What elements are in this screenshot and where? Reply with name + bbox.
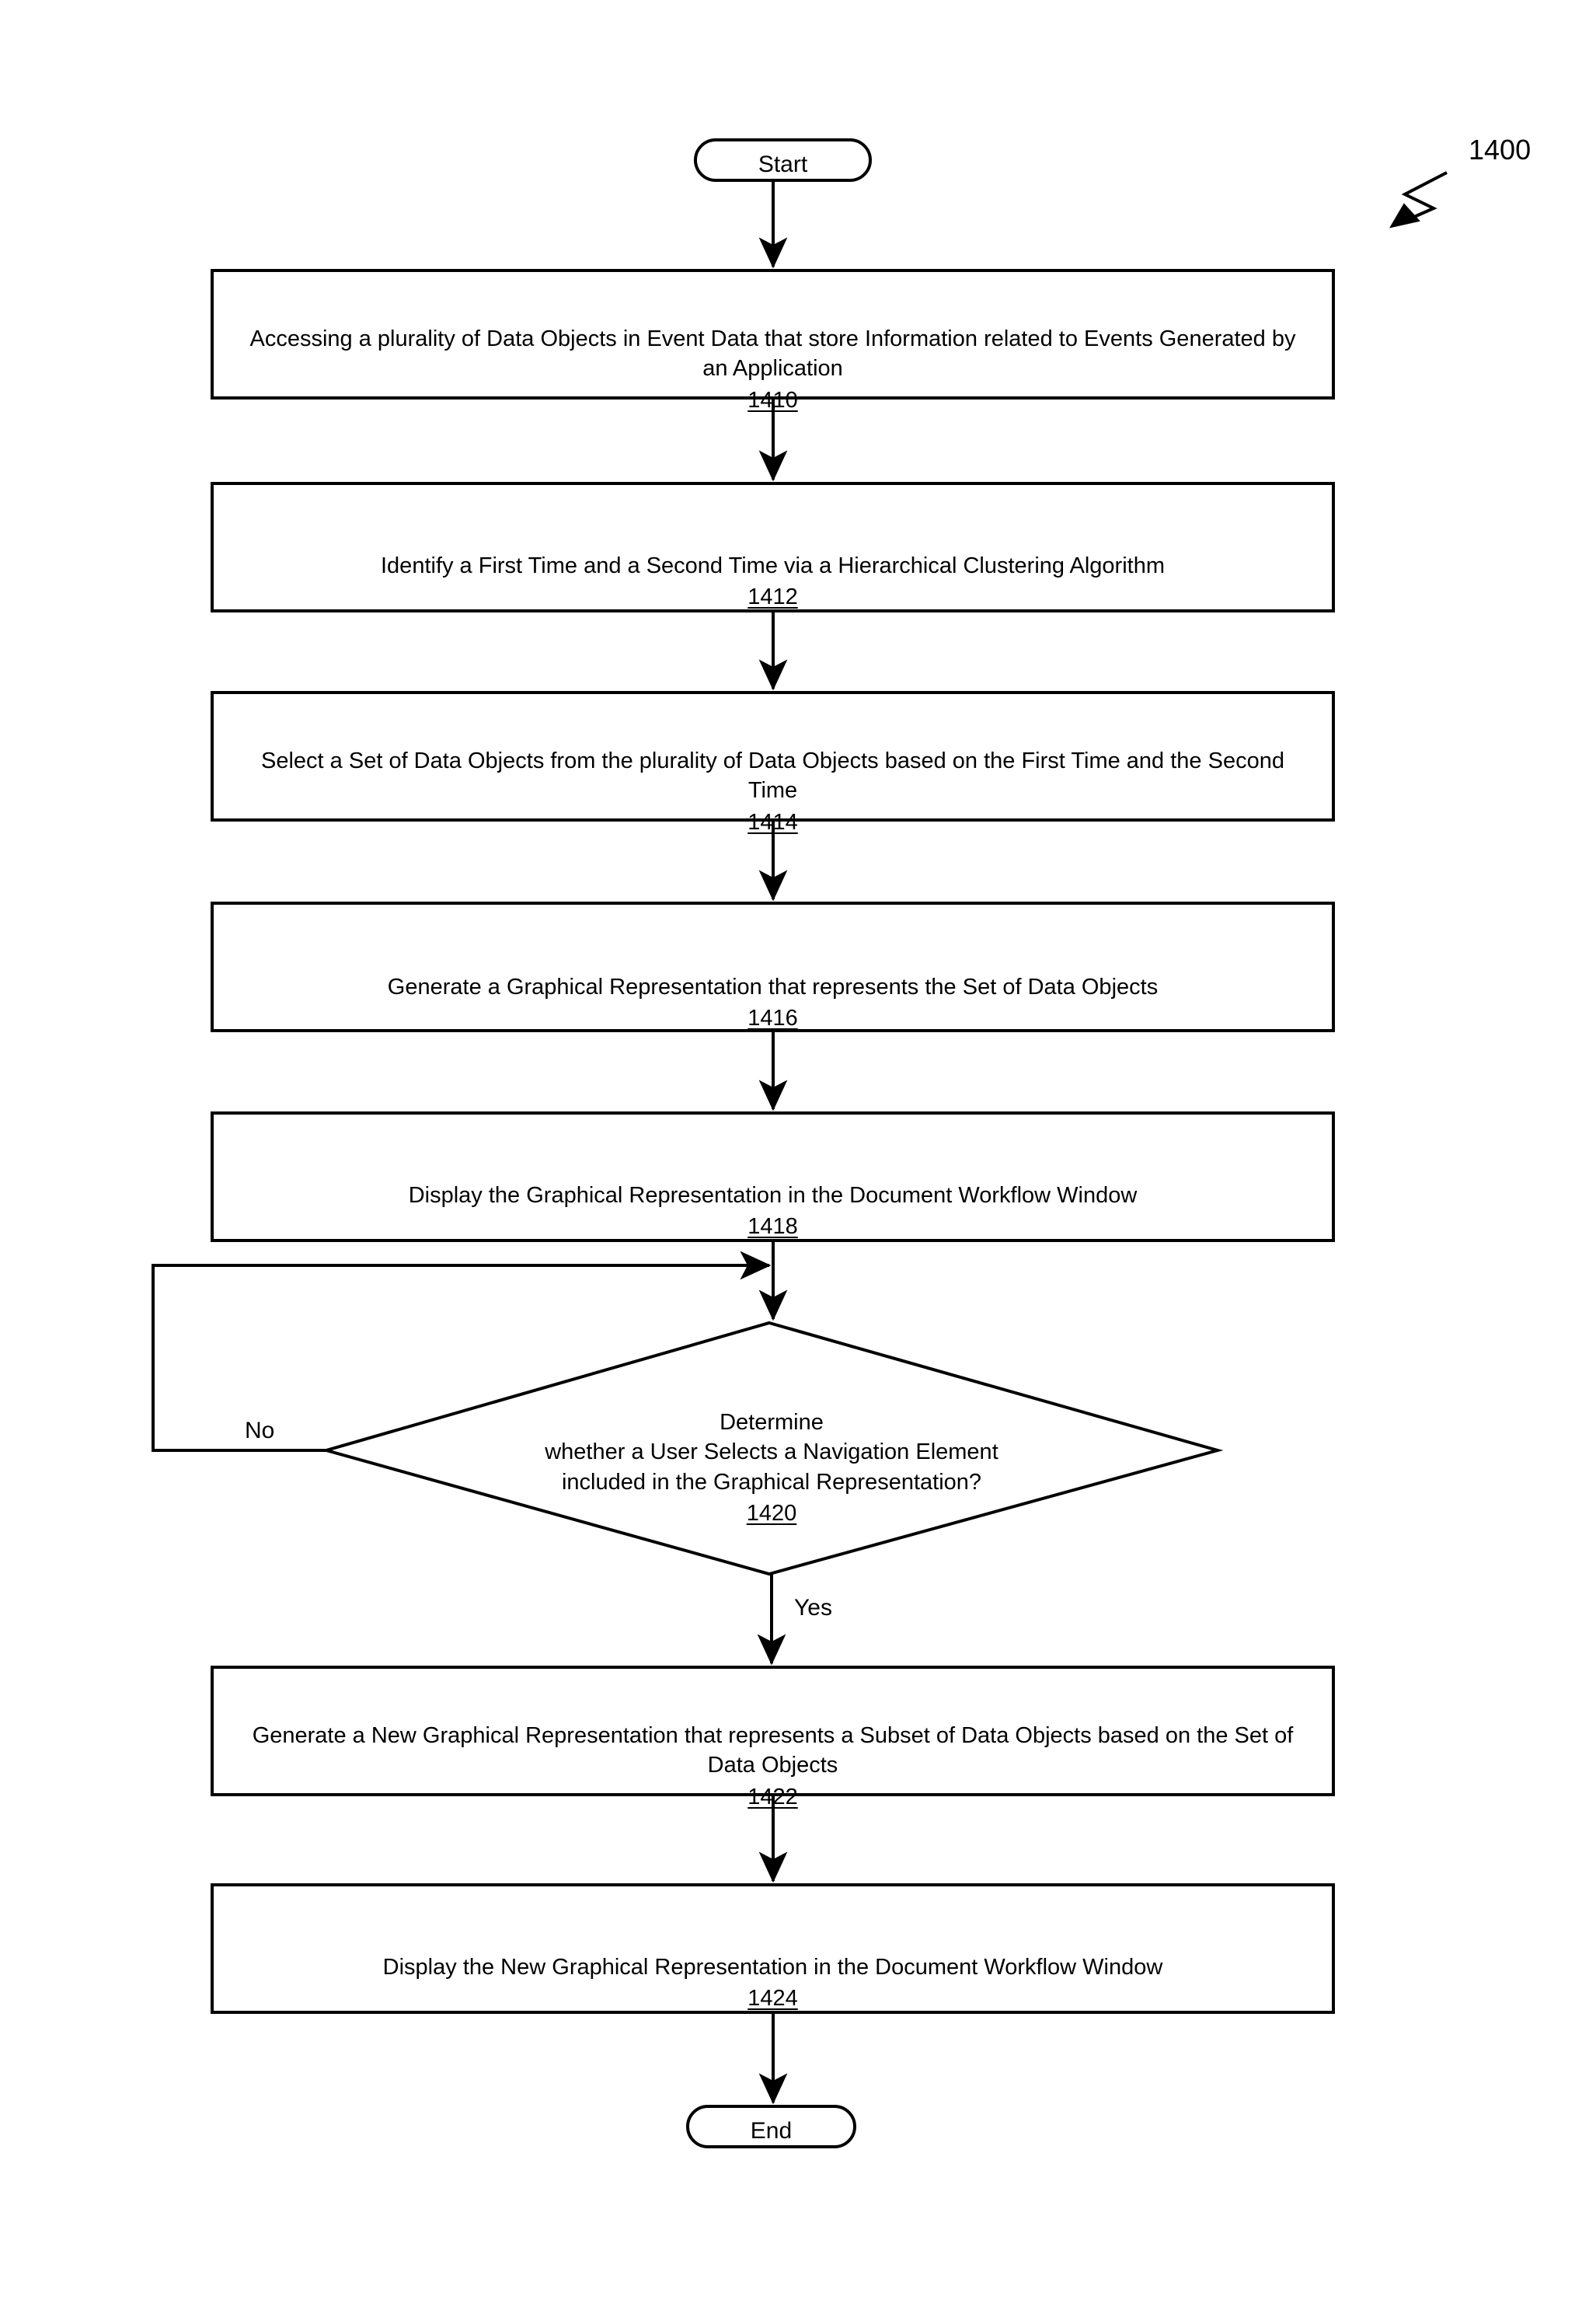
process-box-1410-step-id: 1410 [747, 387, 798, 413]
figure-reference-number: 1400 [1469, 134, 1532, 166]
process-box-1410-text: Accessing a plurality of Data Objects in… [249, 326, 1296, 382]
patent-flowchart-figure: 1400 Start Accessing a plurality of Data… [0, 0, 1596, 2317]
decision-diamond-1420-text: Determine whether a User Selects a Navig… [545, 1409, 998, 1495]
process-box-1414-step-id: 1414 [747, 809, 798, 835]
process-box-1410-label: Accessing a plurality of Data Objects in… [243, 294, 1302, 445]
process-box-1418-label: Display the Graphical Representation in … [235, 1150, 1310, 1272]
process-box-1416-step-id: 1416 [747, 1006, 798, 1031]
process-box-1422-step-id: 1422 [747, 1784, 798, 1809]
process-box-1418-text: Display the Graphical Representation in … [408, 1182, 1138, 1208]
process-box-1424-label: Display the New Graphical Representation… [224, 1922, 1322, 2043]
process-box-1416-label: Generate a Graphical Representation that… [235, 942, 1310, 1063]
edge-label-no: No [245, 1418, 275, 1443]
decision-diamond-1420-label: Determine whether a User Selects a Navig… [434, 1377, 1110, 1558]
process-box-1412-step-id: 1412 [747, 584, 798, 610]
start-terminator-label: Start [758, 152, 808, 177]
process-box-1424-step-id: 1424 [747, 1986, 798, 2012]
process-box-1424-text: Display the New Graphical Representation… [382, 1954, 1163, 1980]
process-box-1418-step-id: 1418 [747, 1214, 798, 1240]
end-terminator-label: End [750, 2118, 793, 2144]
decision-diamond-1420-step-id: 1420 [746, 1501, 797, 1527]
edge-label-yes: Yes [794, 1595, 832, 1621]
process-box-1422-text: Generate a New Graphical Representation … [252, 1722, 1294, 1778]
process-box-1414-label: Select a Set of Data Objects from the pl… [243, 716, 1302, 867]
process-box-1412-label: Identify a First Time and a Second Time … [228, 521, 1318, 642]
process-box-1412-text: Identify a First Time and a Second Time … [381, 553, 1165, 578]
process-box-1414-text: Select a Set of Data Objects from the pl… [261, 748, 1284, 804]
figure-reference-arrowhead [1389, 203, 1420, 229]
process-box-1422-label: Generate a New Graphical Representation … [243, 1691, 1302, 1842]
process-box-1416-text: Generate a Graphical Representation that… [387, 974, 1159, 1000]
